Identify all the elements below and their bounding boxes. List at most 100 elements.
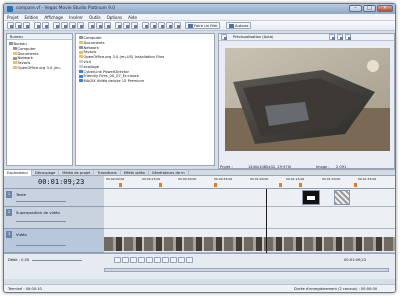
- next-frame-icon[interactable]: [186, 257, 193, 263]
- close-button[interactable]: ×: [377, 5, 393, 12]
- paste-icon[interactable]: [69, 22, 76, 29]
- split-icon[interactable]: [88, 22, 95, 29]
- folder-icon: [79, 50, 83, 54]
- trim-end-icon[interactable]: [104, 22, 111, 29]
- folder-icon: [13, 51, 17, 55]
- explorer-files-pane: Computer Documents Network Favoris OpenO…: [75, 33, 215, 166]
- disk-icon: [228, 24, 234, 28]
- stop-icon[interactable]: [154, 257, 161, 263]
- desktop-icon: [9, 42, 13, 46]
- timecode-panel: 00:01:09;23: [4, 176, 104, 189]
- application-window: compare.vf - Vegas Movie Studio Platinum…: [3, 3, 396, 293]
- rate-slider[interactable]: [32, 260, 82, 261]
- track-lane-video[interactable]: [104, 229, 395, 253]
- tree-item[interactable]: OpenOffice.org 3.0 (en-: [9, 66, 70, 71]
- folder-icon: [13, 61, 17, 65]
- end-time: 00:01:09;23: [344, 258, 366, 262]
- menu-aide[interactable]: Aide: [125, 14, 140, 21]
- auto-ripple-icon[interactable]: [158, 22, 165, 29]
- timeline-area: 00:01:09;23 00:00:00;00 00:00:15;00 00:0…: [4, 176, 395, 279]
- menu-bar: Projet Edition Affichage Insérer Outils Optio…: [4, 14, 395, 21]
- track-level-slider[interactable]: [16, 201, 66, 202]
- copy-icon[interactable]: [61, 22, 68, 29]
- computer-icon: [13, 47, 17, 51]
- marker-flag-icon[interactable]: [354, 183, 357, 187]
- file-icon: [79, 65, 83, 69]
- text-clip[interactable]: [334, 190, 350, 205]
- auto-crossfade-icon[interactable]: [150, 22, 157, 29]
- trim-start-icon[interactable]: [96, 22, 103, 29]
- preview-toolbar: Prévisualisation (Auto): [219, 34, 394, 41]
- status-bar: Terminé : 00:00:10 Durée d'enregistremen…: [4, 284, 395, 292]
- timeline-scrollbar[interactable]: [104, 268, 389, 272]
- go-to-start-icon[interactable]: [162, 257, 169, 263]
- menu-edition[interactable]: Edition: [22, 14, 42, 21]
- delete-icon[interactable]: [77, 22, 84, 29]
- marker-flag-icon[interactable]: [119, 183, 122, 187]
- loop-icon[interactable]: [122, 257, 129, 263]
- text-clip[interactable]: [302, 190, 320, 205]
- cut-icon[interactable]: [53, 22, 60, 29]
- shortcut-icon: [79, 69, 83, 73]
- play-from-start-icon[interactable]: [130, 257, 137, 263]
- track-number: 3: [6, 231, 12, 238]
- shortcut-icon: [79, 74, 83, 78]
- undo-icon[interactable]: [34, 22, 41, 29]
- track-level-slider[interactable]: [16, 245, 66, 246]
- network-icon: [13, 56, 17, 60]
- playhead-cursor[interactable]: [266, 189, 267, 253]
- envelope-tool-icon[interactable]: [123, 22, 130, 29]
- new-project-icon[interactable]: [7, 22, 14, 29]
- menu-projet[interactable]: Projet: [4, 14, 22, 21]
- autosave-button[interactable]: Autove: [226, 22, 252, 29]
- menu-affichage[interactable]: Affichage: [41, 14, 66, 21]
- lock-envelopes-icon[interactable]: [166, 22, 173, 29]
- ruler-tick-label: 00:00:45;00: [214, 177, 233, 181]
- marker-flag-icon[interactable]: [299, 183, 302, 187]
- track-header-video[interactable]: 3 Vidéo: [4, 229, 104, 253]
- rate-label: Débit : 0,00: [8, 258, 30, 262]
- preview-mode-select[interactable]: Prévisualisation (Auto): [233, 35, 273, 39]
- marker-flag-icon[interactable]: [279, 183, 282, 187]
- menu-options[interactable]: Options: [104, 14, 125, 21]
- menu-outils[interactable]: Outils: [86, 14, 104, 21]
- play-icon[interactable]: [138, 257, 145, 263]
- preview-frame: [225, 48, 390, 151]
- pause-icon[interactable]: [146, 257, 153, 263]
- record-icon[interactable]: [114, 257, 121, 263]
- make-movie-button[interactable]: Faire un film: [185, 22, 221, 29]
- marker-flag-icon[interactable]: [214, 183, 217, 187]
- save-icon[interactable]: [23, 22, 30, 29]
- copy-snapshot-icon[interactable]: [337, 34, 343, 40]
- go-to-end-icon[interactable]: [170, 257, 177, 263]
- track-header-text[interactable]: 1 Texte: [4, 189, 104, 207]
- ignore-grouping-icon[interactable]: [174, 22, 181, 29]
- track-lane-overlay[interactable]: [104, 207, 395, 229]
- snapping-icon[interactable]: [142, 22, 149, 29]
- save-snapshot-icon[interactable]: [345, 34, 351, 40]
- file-icon: [79, 60, 83, 64]
- main-toolbar: Faire un film Autove: [4, 21, 395, 31]
- menu-inserer[interactable]: Insérer: [66, 14, 86, 21]
- marker-flag-icon[interactable]: [159, 183, 162, 187]
- track-lane-text[interactable]: [104, 189, 395, 207]
- edit-tool-icon[interactable]: [115, 22, 122, 29]
- time-ruler[interactable]: 00:00:00;00 00:00:15;00 00:00:30;00 00:0…: [104, 176, 395, 189]
- status-left: Terminé : 00:00:10: [8, 287, 42, 291]
- window-title: compare.vf - Vegas Movie Studio Platinum…: [16, 6, 116, 11]
- maximize-button[interactable]: □: [363, 5, 376, 12]
- status-right: Durée d'enregistrement (2 canaux) : 00:0…: [294, 287, 378, 291]
- zoom-tool-icon[interactable]: [131, 22, 138, 29]
- shortcut-icon: [79, 79, 83, 83]
- video-clip-thumbnails[interactable]: [104, 237, 395, 251]
- preview-settings-icon[interactable]: [221, 34, 227, 40]
- redo-icon[interactable]: [42, 22, 49, 29]
- minimize-button[interactable]: –: [349, 5, 362, 12]
- folder-icon: [79, 55, 83, 59]
- track-header-overlay[interactable]: 2 Superposition de vidéo: [4, 207, 104, 229]
- prev-frame-icon[interactable]: [178, 257, 185, 263]
- open-icon[interactable]: [15, 22, 22, 29]
- track-level-slider[interactable]: [16, 221, 66, 222]
- split-screen-icon[interactable]: [329, 34, 335, 40]
- file-item[interactable]: MAGIX Vidéo deluxe 15 Premium: [79, 79, 211, 84]
